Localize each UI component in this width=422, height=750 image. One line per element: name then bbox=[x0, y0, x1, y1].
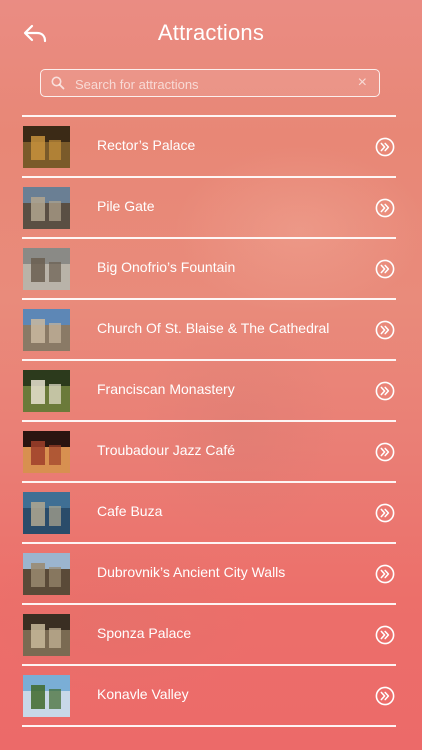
page-title: Attractions bbox=[157, 20, 265, 45]
chevron-circle-right-icon[interactable] bbox=[375, 686, 395, 706]
list-item-2[interactable]: Pile Gate bbox=[0, 178, 422, 237]
search-bar[interactable]: × bbox=[40, 69, 380, 97]
list-item-5[interactable]: Franciscan Monastery bbox=[0, 361, 422, 420]
header: Attractions bbox=[0, 0, 422, 64]
list-item-label: Franciscan Monastery bbox=[97, 381, 235, 397]
onofrio-fountain-photo bbox=[23, 248, 70, 290]
list-item-label: Sponza Palace bbox=[97, 625, 192, 641]
konavle-valley-photo bbox=[23, 675, 70, 717]
chevron-circle-right-icon[interactable] bbox=[375, 137, 395, 157]
list-item-label: Dubrovnik’s Ancient City Walls bbox=[97, 564, 286, 580]
list-item-label: Pile Gate bbox=[97, 198, 155, 214]
list-item-label: Big Onofrio’s Fountain bbox=[97, 259, 236, 275]
search-input[interactable] bbox=[73, 73, 347, 95]
chevron-circle-right-icon[interactable] bbox=[375, 625, 395, 645]
chevron-circle-right-icon[interactable] bbox=[375, 564, 395, 584]
list-item-label: Cafe Buza bbox=[97, 503, 163, 519]
chevron-circle-right-icon[interactable] bbox=[375, 503, 395, 523]
franciscan-monastery-photo bbox=[23, 370, 70, 412]
list-item-label: Church Of St. Blaise & The Cathedral bbox=[97, 320, 330, 336]
chevron-circle-right-icon[interactable] bbox=[375, 198, 395, 218]
list-item-1[interactable]: Rector’s Palace bbox=[0, 117, 422, 176]
attraction-list: Rector’s Palace Pile Gate Big Onofrio’s … bbox=[0, 115, 422, 727]
list-item-label: Konavle Valley bbox=[97, 686, 189, 702]
search-icon bbox=[51, 76, 65, 90]
pile-gate-photo bbox=[23, 187, 70, 229]
sponza-palace-photo bbox=[23, 614, 70, 656]
list-divider bbox=[22, 725, 396, 727]
cafe-buza-photo bbox=[23, 492, 70, 534]
chevron-circle-right-icon[interactable] bbox=[375, 259, 395, 279]
list-item-3[interactable]: Big Onofrio’s Fountain bbox=[0, 239, 422, 298]
rectors-palace-photo bbox=[23, 126, 70, 168]
chevron-circle-right-icon[interactable] bbox=[375, 381, 395, 401]
list-item-7[interactable]: Cafe Buza bbox=[0, 483, 422, 542]
list-item-6[interactable]: Troubadour Jazz Café bbox=[0, 422, 422, 481]
list-item-9[interactable]: Sponza Palace bbox=[0, 605, 422, 664]
chevron-circle-right-icon[interactable] bbox=[375, 442, 395, 462]
city-walls-photo bbox=[23, 553, 70, 595]
clear-icon[interactable]: × bbox=[358, 74, 367, 92]
list-item-label: Rector’s Palace bbox=[97, 137, 196, 153]
list-item-label: Troubadour Jazz Café bbox=[97, 442, 235, 458]
st-blaise-church-photo bbox=[23, 309, 70, 351]
list-item-10[interactable]: Konavle Valley bbox=[0, 666, 422, 725]
chevron-circle-right-icon[interactable] bbox=[375, 320, 395, 340]
list-item-8[interactable]: Dubrovnik’s Ancient City Walls bbox=[0, 544, 422, 603]
troubadour-cafe-photo bbox=[23, 431, 70, 473]
list-item-4[interactable]: Church Of St. Blaise & The Cathedral bbox=[0, 300, 422, 359]
